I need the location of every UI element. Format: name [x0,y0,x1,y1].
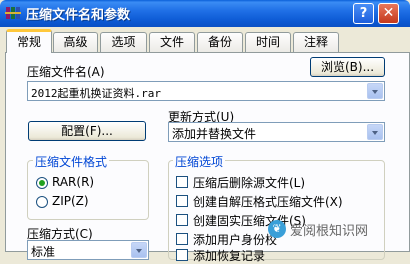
browse-button[interactable]: 浏览(B)... [310,57,385,77]
rar-radio-label: RAR(R) [52,175,95,189]
update-mode-value: 添加并替换文件 [172,127,257,141]
rar-radio[interactable] [36,177,48,189]
archive-name-label: 压缩文件名(A) [27,65,105,79]
chevron-down-icon[interactable] [367,83,383,99]
archive-format-title: 压缩文件格式 [33,153,110,170]
title-bar: 压缩文件名和参数 ? ✕ [0,0,410,27]
add-authenticity-label: 添加用户身份校 [193,233,278,247]
tab-options[interactable]: 选项 [100,32,147,52]
profiles-button[interactable]: 配置(F)... [28,121,146,141]
winrar-books-icon [5,7,21,19]
archive-name-value: 2012起重机换证资料.rar [31,87,161,100]
delete-files-checkbox[interactable] [176,176,188,188]
tab-general[interactable]: 常规 [6,29,52,53]
create-solid-checkbox[interactable] [176,214,188,226]
tab-backup[interactable]: 备份 [197,32,243,52]
watermark: ❦ 爱阅根知识网 [268,216,408,246]
update-mode-select[interactable]: 添加并替换文件 [168,122,385,142]
compression-method-select[interactable]: 标准 [27,240,149,260]
zip-radio[interactable] [36,196,48,208]
tab-comment[interactable]: 注释 [293,32,339,52]
archive-name-combobox[interactable]: 2012起重机换证资料.rar [27,81,385,101]
window-title: 压缩文件名和参数 [26,8,131,23]
create-sfx-label: 创建自解压格式压缩文件(X) [193,195,343,209]
delete-files-label: 压缩后删除源文件(L) [193,176,306,190]
chevron-down-icon[interactable] [367,124,383,140]
help-button[interactable]: ? [353,3,374,24]
tab-advanced[interactable]: 高级 [53,32,98,52]
watermark-text: 爱阅根知识网 [290,224,369,239]
compression-method-value: 标准 [31,245,56,259]
close-button[interactable]: ✕ [378,3,399,24]
add-recovery-record-checkbox[interactable] [176,249,188,261]
leaf-icon: ❦ [268,220,286,238]
tab-files[interactable]: 文件 [149,32,195,52]
tab-time[interactable]: 时间 [245,32,291,52]
create-sfx-checkbox[interactable] [176,195,188,207]
add-authenticity-checkbox[interactable] [176,233,188,245]
chevron-down-icon[interactable] [131,242,147,258]
archive-options-title: 压缩选项 [173,153,226,170]
zip-radio-label: ZIP(Z) [52,194,89,208]
